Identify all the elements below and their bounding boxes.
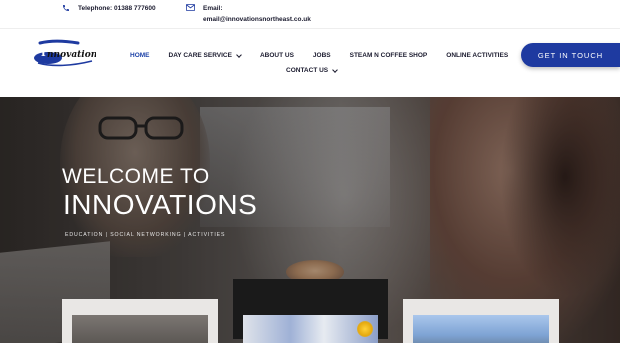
nav-jobs[interactable]: JOBS (313, 52, 331, 59)
nav-about-us[interactable]: ABOUT US (260, 52, 294, 59)
phone-contact[interactable]: Telephone: 01388 777600 (62, 3, 156, 14)
hero-subtitle: INNOVATIONS (63, 189, 258, 220)
feature-card-3[interactable] (403, 299, 559, 343)
nav-about-label: ABOUT US (259, 52, 294, 59)
feature-card-1-image (72, 315, 208, 343)
svg-text:I: I (41, 48, 46, 59)
nav-coffee-shop-label: STEAM N COFFEE SHOP (349, 52, 428, 59)
top-contact-bar: Telephone: 01388 777600 Email: email@inn… (0, 0, 620, 28)
email-contact[interactable]: Email: email@innovationsnortheast.co.uk (186, 3, 311, 25)
get-in-touch-button[interactable]: GET IN TOUCH (521, 43, 620, 67)
feature-card-1[interactable] (62, 299, 218, 343)
phone-icon (63, 5, 69, 11)
hero-tagline: EDUCATION | SOCIAL NETWORKING | ACTIVITI… (65, 232, 226, 238)
nav-day-care-service[interactable]: DAY CARE SERVICE (168, 51, 242, 59)
innovations-logo[interactable]: nnovations I (32, 39, 102, 67)
nav-contact-us[interactable]: CONTACT US (286, 66, 338, 74)
chevron-down-icon (236, 51, 242, 58)
nav-home-label: HOME (130, 52, 150, 59)
nav-contact-label: CONTACT US (286, 67, 329, 74)
site-header: nnovations I HOME DAY CARE SERVICE ABOUT… (0, 28, 620, 97)
phone-text: Telephone: 01388 777600 (78, 5, 156, 12)
nav-jobs-label: JOBS (312, 52, 331, 59)
envelope-icon (186, 4, 195, 11)
svg-text:nnovations: nnovations (47, 50, 96, 60)
feature-card-3-image (413, 315, 549, 343)
nav-online-activities[interactable]: ONLINE ACTIVITIES (446, 52, 508, 59)
hero-title: WELCOME TO (62, 165, 210, 188)
email-label: Email: (203, 5, 223, 12)
nav-online-activities-label: ONLINE ACTIVITIES (446, 52, 509, 59)
sunflower-icon (357, 321, 373, 337)
chevron-down-icon (332, 66, 338, 73)
hero-banner: WELCOME TO INNOVATIONS EDUCATION | SOCIA… (0, 97, 620, 343)
email-address[interactable]: email@innovationsnortheast.co.uk (203, 14, 311, 25)
nav-home[interactable]: HOME (130, 52, 150, 59)
nav-steam-n-coffee-shop[interactable]: STEAM N COFFEE SHOP (350, 52, 428, 59)
nav-day-care-label: DAY CARE SERVICE (168, 52, 232, 59)
feature-card-2[interactable] (233, 279, 388, 343)
